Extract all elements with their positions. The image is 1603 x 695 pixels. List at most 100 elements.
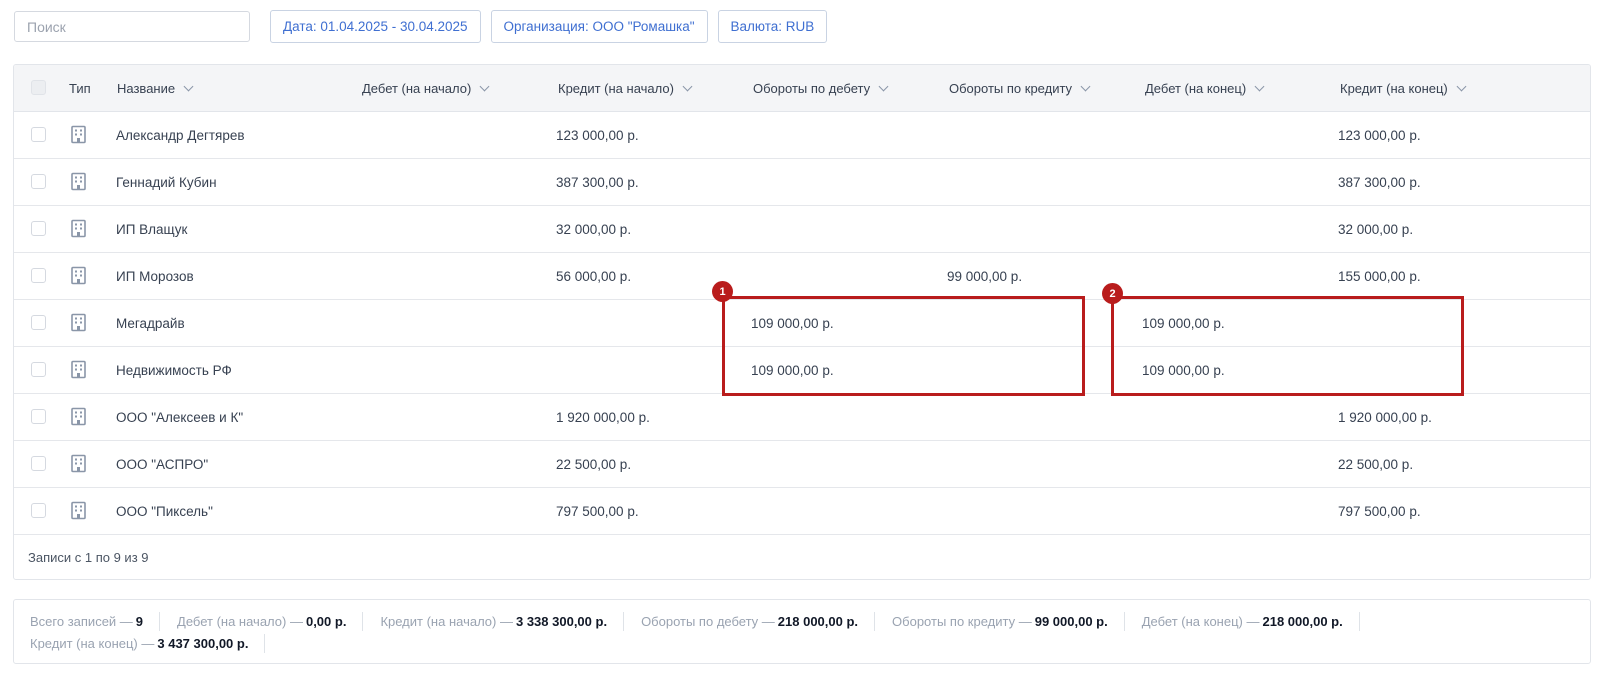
summary-value: 218 000,00 р. xyxy=(1262,614,1343,629)
column-header-label: Кредит (на начало) xyxy=(558,80,674,96)
cell-debit-end: 109 000,00 р. xyxy=(1142,315,1225,331)
cell-name: Геннадий Кубин xyxy=(116,174,217,190)
chevron-down-icon[interactable] xyxy=(1254,81,1265,91)
table-body: Александр Дегтярев 123 000,00 р. 123 000,0… xyxy=(14,112,1590,535)
summary-value: 3 437 300,00 р. xyxy=(157,636,249,651)
summary-debit-end: Дебет (на конец) —218 000,00 р. xyxy=(1142,612,1360,631)
cell-credit-end: 1 920 000,00 р. xyxy=(1338,409,1432,425)
cell-debit-end: 109 000,00 р. xyxy=(1142,362,1225,378)
column-header-turnover-debit[interactable]: Обороты по дебету xyxy=(753,65,889,111)
summary-label: Кредит (на конец) — xyxy=(30,636,155,651)
search-input[interactable] xyxy=(14,11,250,42)
chevron-down-icon[interactable] xyxy=(878,81,889,91)
summary-label: Дебет (на конец) — xyxy=(1141,614,1260,629)
building-icon xyxy=(69,360,88,379)
cell-credit-start: 32 000,00 р. xyxy=(556,221,632,237)
table-row[interactable]: Недвижимость РФ 109 000,00 р. 109 000,00 р… xyxy=(14,347,1590,394)
chevron-down-icon[interactable] xyxy=(1080,81,1091,91)
building-icon xyxy=(69,454,88,473)
table-row[interactable]: ООО "АСПРО" 22 500,00 р. 22 500,00 р. xyxy=(14,441,1590,488)
summary-value: 0,00 р. xyxy=(305,614,347,629)
summary-credit-end: Кредит (на конец) —3 437 300,00 р. xyxy=(30,634,266,653)
cell-name: ООО "АСПРО" xyxy=(116,456,209,472)
table-row[interactable]: Александр Дегтярев 123 000,00 р. 123 000,0… xyxy=(14,112,1590,159)
cell-name: ООО "Алексеев и К" xyxy=(116,409,244,425)
table-row[interactable]: Геннадий Кубин 387 300,00 р. 387 300,00 р. xyxy=(14,159,1590,206)
column-header-turnover-credit[interactable]: Обороты по кредиту xyxy=(949,65,1091,111)
row-checkbox[interactable] xyxy=(31,409,46,424)
summary-panel: Всего записей —9 Дебет (на начало) —0,00… xyxy=(13,599,1591,664)
summary-label: Обороты по кредиту — xyxy=(892,614,1032,629)
summary-label: Кредит (на начало) — xyxy=(380,614,513,629)
column-header-label: Дебет (на начало) xyxy=(362,80,472,96)
building-icon xyxy=(69,407,88,426)
row-checkbox[interactable] xyxy=(31,456,46,471)
select-all-checkbox[interactable] xyxy=(31,80,46,95)
column-header-label: Обороты по дебету xyxy=(753,80,871,96)
summary-value: 3 338 300,00 р. xyxy=(515,614,608,629)
cell-name: ИП Влащук xyxy=(116,221,188,237)
balance-table: Тип Название Дебет (на начало) Кредит (н… xyxy=(13,64,1591,580)
cell-turnover-credit: 99 000,00 р. xyxy=(947,268,1023,284)
summary-label: Обороты по дебету — xyxy=(641,614,775,629)
summary-turnover-credit: Обороты по кредиту —99 000,00 р. xyxy=(892,612,1125,631)
building-icon xyxy=(69,219,88,238)
column-header-credit-start[interactable]: Кредит (на начало) xyxy=(558,65,693,111)
table-row[interactable]: ООО "Пиксель" 797 500,00 р. 797 500,00 р. xyxy=(14,488,1590,535)
row-checkbox[interactable] xyxy=(31,268,46,283)
summary-value: 218 000,00 р. xyxy=(777,614,859,629)
row-checkbox[interactable] xyxy=(31,362,46,377)
chevron-down-icon[interactable] xyxy=(183,81,194,91)
summary-credit-start: Кредит (на начало) —3 338 300,00 р. xyxy=(380,612,625,631)
building-icon xyxy=(69,125,88,144)
summary-value: 99 000,00 р. xyxy=(1034,614,1108,629)
column-header-label: Тип xyxy=(69,80,91,96)
row-checkbox[interactable] xyxy=(31,174,46,189)
cell-credit-start: 123 000,00 р. xyxy=(556,127,639,143)
column-header-type: Тип xyxy=(69,65,91,111)
cell-name: ИП Морозов xyxy=(116,268,194,284)
cell-credit-end: 32 000,00 р. xyxy=(1338,221,1414,237)
currency-filter-button[interactable]: Валюта: RUB xyxy=(717,10,828,43)
chevron-down-icon[interactable] xyxy=(682,81,693,91)
table-row[interactable]: ООО "Алексеев и К" 1 920 000,00 р. 1 920 0… xyxy=(14,394,1590,441)
cell-turnover-debit: 109 000,00 р. xyxy=(751,362,834,378)
cell-credit-end: 22 500,00 р. xyxy=(1338,456,1414,472)
column-header-credit-end[interactable]: Кредит (на конец) xyxy=(1340,65,1467,111)
row-checkbox[interactable] xyxy=(31,127,46,142)
summary-line: Кредит (на конец) —3 437 300,00 р. xyxy=(30,634,282,653)
cell-credit-start: 387 300,00 р. xyxy=(556,174,639,190)
column-header-label: Дебет (на конец) xyxy=(1145,80,1247,96)
cell-name: Александр Дегтярев xyxy=(116,127,245,143)
column-header-label: Обороты по кредиту xyxy=(949,80,1073,96)
table-row[interactable]: Мегадрайв 109 000,00 р. 109 000,00 р. xyxy=(14,300,1590,347)
cell-credit-start: 56 000,00 р. xyxy=(556,268,632,284)
column-header-debit-start[interactable]: Дебет (на начало) xyxy=(362,65,490,111)
row-checkbox[interactable] xyxy=(31,503,46,518)
organization-filter-button[interactable]: Организация: ООО "Ромашка" xyxy=(490,10,708,43)
cell-name: Недвижимость РФ xyxy=(116,362,232,378)
row-checkbox[interactable] xyxy=(31,221,46,236)
table-header: Тип Название Дебет (на начало) Кредит (н… xyxy=(14,65,1590,112)
column-header-name[interactable]: Название xyxy=(117,65,194,111)
table-row[interactable]: ИП Влащук 32 000,00 р. 32 000,00 р. xyxy=(14,206,1590,253)
building-icon xyxy=(69,172,88,191)
building-icon xyxy=(69,313,88,332)
summary-label: Дебет (на начало) — xyxy=(177,614,303,629)
cell-name: ООО "Пиксель" xyxy=(116,503,213,519)
chevron-down-icon[interactable] xyxy=(479,81,490,91)
table-row[interactable]: ИП Морозов 56 000,00 р. 99 000,00 р. 155 00… xyxy=(14,253,1590,300)
column-header-debit-end[interactable]: Дебет (на конец) xyxy=(1145,65,1265,111)
summary-total: Всего записей —9 xyxy=(30,612,161,631)
column-header-label: Название xyxy=(117,80,176,96)
cell-credit-start: 22 500,00 р. xyxy=(556,456,632,472)
cell-credit-start: 1 920 000,00 р. xyxy=(556,409,650,425)
summary-line: Всего записей —9 Дебет (на начало) —0,00… xyxy=(30,612,1377,631)
cell-credit-end: 387 300,00 р. xyxy=(1338,174,1421,190)
row-checkbox[interactable] xyxy=(31,315,46,330)
building-icon xyxy=(69,266,88,285)
date-filter-button[interactable]: Дата: 01.04.2025 - 30.04.2025 xyxy=(270,10,481,43)
chevron-down-icon[interactable] xyxy=(1456,81,1467,91)
summary-turnover-debit: Обороты по дебету —218 000,00 р. xyxy=(641,612,876,631)
cell-credit-end: 797 500,00 р. xyxy=(1338,503,1421,519)
